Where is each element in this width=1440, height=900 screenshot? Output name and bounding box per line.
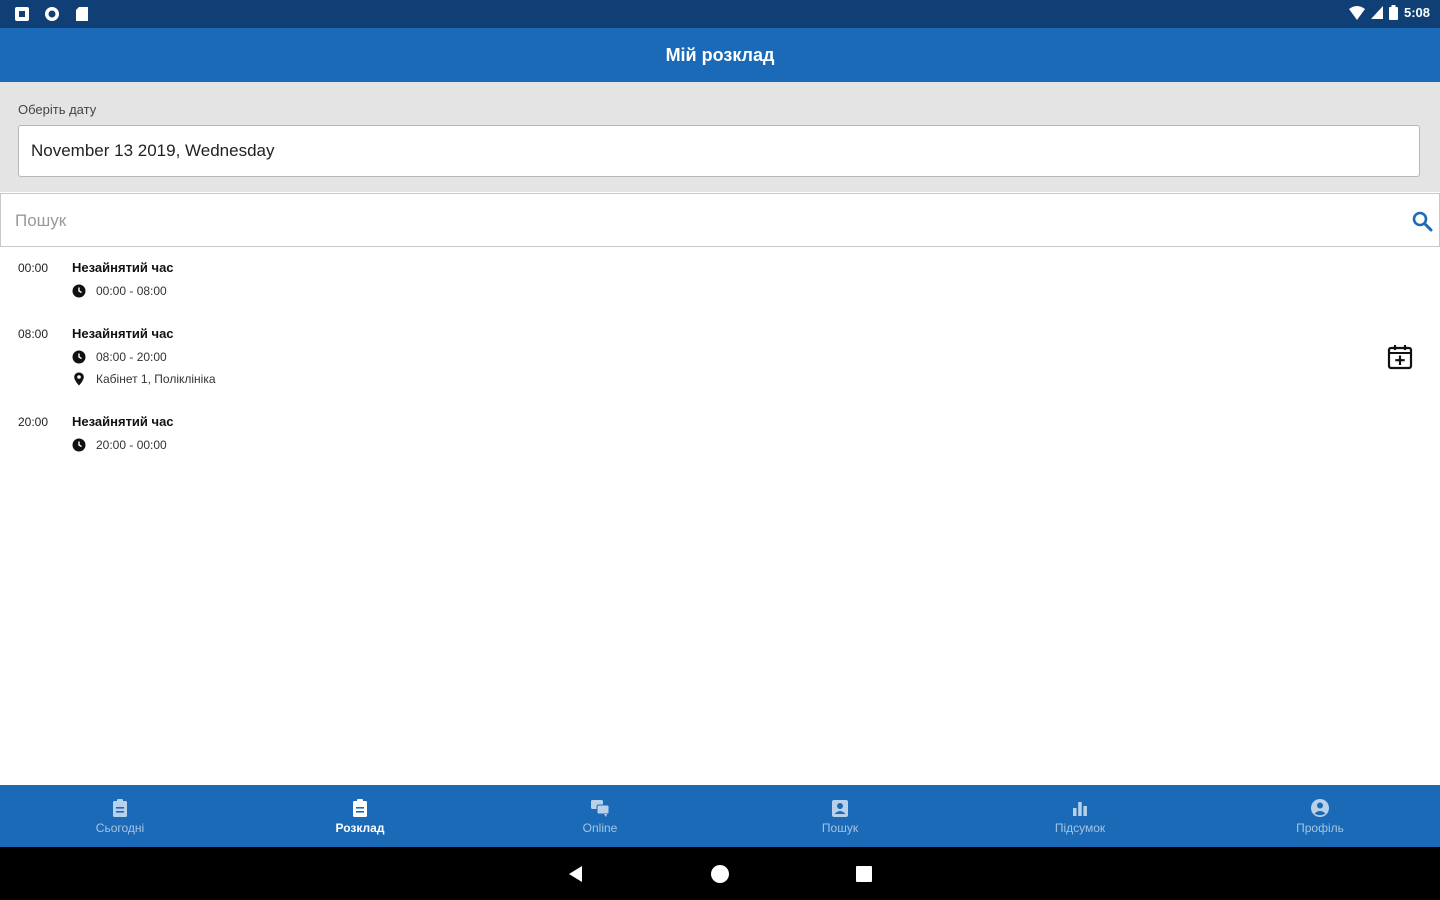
app-bar: Мій розклад [0,28,1440,82]
clipboard-icon [113,798,127,817]
nav-item-profile[interactable]: Профіль [1200,785,1440,847]
nav-label: Підсумок [1054,820,1106,835]
date-field[interactable]: November 13 2019, Wednesday [18,125,1420,177]
bar-chart-icon [1073,801,1087,816]
location-pin-icon [74,372,84,386]
search-icon[interactable] [1411,210,1433,232]
schedule-item[interactable]: 00:00 Незайнятий час 00:00 - 08:00 [0,247,1440,313]
recents-icon[interactable] [853,863,875,885]
nav-item-online[interactable]: Online [480,785,720,847]
slot-range-text: 00:00 - 08:00 [96,284,167,298]
page-title: Мій розклад [665,44,775,65]
clipboard-icon [353,798,367,817]
schedule-item[interactable]: 20:00 Незайнятий час 20:00 - 00:00 [0,401,1440,467]
slot-location: Кабінет 1, Поліклініка [72,372,216,386]
status-bar: 5:08 [0,0,1440,28]
bottom-navigation: Сьогодні Розклад Online Пошук Підсумок П… [0,785,1440,847]
sd-card-icon [76,7,88,21]
app-notification-icon [15,7,29,21]
slot-time-range: 08:00 - 20:00 [72,350,167,364]
cell-signal-icon [1370,6,1383,19]
nav-item-search[interactable]: Пошук [720,785,960,847]
status-icons-left [14,6,90,22]
account-circle-icon [1311,798,1329,817]
clock-icon [72,438,86,452]
date-value: November 13 2019, Wednesday [31,141,275,160]
slot-range-text: 08:00 - 20:00 [96,350,167,364]
date-label: Оберіть дату [18,102,97,117]
clock-icon [72,284,86,298]
nav-label: Online [582,820,618,835]
slot-time-range: 00:00 - 08:00 [72,284,167,298]
slot-start-time: 00:00 [18,261,49,275]
nav-label: Розклад [335,820,385,835]
slot-range-text: 20:00 - 00:00 [96,438,167,452]
status-icons-right: 5:08 [1348,5,1430,20]
nav-item-schedule[interactable]: Розклад [240,785,480,847]
nav-item-summary[interactable]: Підсумок [960,785,1200,847]
slot-time-range: 20:00 - 00:00 [72,438,167,452]
chat-icon [591,799,610,817]
person-card-icon [832,799,848,817]
nav-label: Сьогодні [95,820,145,835]
calendar-add-icon[interactable] [1386,343,1414,371]
slot-start-time: 08:00 [18,327,49,341]
status-time: 5:08 [1403,5,1430,20]
wifi-icon [1348,5,1365,20]
search-input[interactable] [13,194,1397,248]
slot-title: Незайнятий час [72,326,174,341]
slot-title: Незайнятий час [72,260,174,275]
nav-item-today[interactable]: Сьогодні [0,785,240,847]
slot-title: Незайнятий час [72,414,174,429]
nav-label: Профіль [1296,820,1344,835]
search-bar [0,193,1440,248]
clock-icon [72,350,86,364]
nav-label: Пошук [821,820,859,835]
home-icon[interactable] [709,863,731,885]
slot-location-text: Кабінет 1, Поліклініка [96,372,216,386]
slot-start-time: 20:00 [18,415,49,429]
back-icon[interactable] [565,863,587,885]
schedule-item[interactable]: 08:00 Незайнятий час 08:00 - 20:00 Кабін… [0,313,1440,401]
system-navigation-bar [0,847,1440,900]
sync-icon [45,7,59,21]
battery-icon [1388,5,1398,20]
date-picker-section: Оберіть дату November 13 2019, Wednesday [0,82,1440,192]
